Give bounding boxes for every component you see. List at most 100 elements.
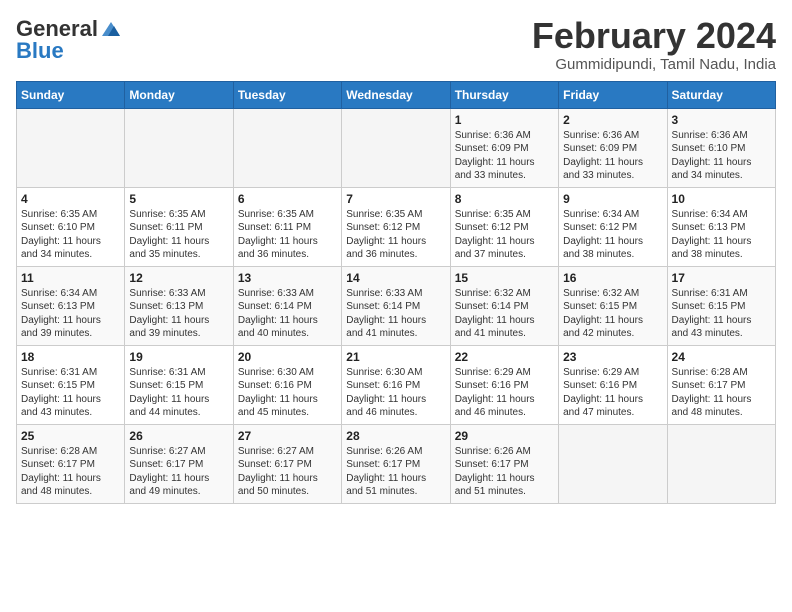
day-number: 12: [129, 271, 228, 285]
calendar-cell: 5 Sunrise: 6:35 AM Sunset: 6:11 PM Daylig…: [125, 187, 233, 266]
day-number: 9: [563, 192, 662, 206]
day-number: 21: [346, 350, 445, 364]
day-number: 24: [672, 350, 771, 364]
day-info: Sunrise: 6:33 AM Sunset: 6:14 PM Dayligh…: [346, 287, 445, 341]
day-number: 23: [563, 350, 662, 364]
day-number: 29: [455, 429, 554, 443]
calendar-cell: 16 Sunrise: 6:32 AM Sunset: 6:15 PM Dayli…: [559, 266, 667, 345]
calendar-cell: 15 Sunrise: 6:32 AM Sunset: 6:14 PM Dayli…: [450, 266, 558, 345]
day-info: Sunrise: 6:32 AM Sunset: 6:14 PM Dayligh…: [455, 287, 554, 341]
day-number: 1: [455, 113, 554, 127]
calendar-cell: 7Sunrise: 6:35 AM Sunset: 6:12 PM Daylig…: [342, 187, 450, 266]
day-info: Sunrise: 6:33 AM Sunset: 6:13 PM Dayligh…: [129, 287, 228, 341]
day-info: Sunrise: 6:29 AM Sunset: 6:16 PM Dayligh…: [563, 366, 662, 420]
weekday-header: Sunday: [17, 81, 125, 108]
day-info: Sunrise: 6:35 AM Sunset: 6:11 PM Dayligh…: [129, 208, 228, 262]
day-info: Sunrise: 6:35 AM Sunset: 6:11 PM Dayligh…: [238, 208, 337, 262]
calendar-week-row: 11 Sunrise: 6:34 AM Sunset: 6:13 PM Dayli…: [17, 266, 776, 345]
day-number: 17: [672, 271, 771, 285]
logo: General Blue: [16, 16, 122, 64]
day-number: 16: [563, 271, 662, 285]
calendar-cell: 26Sunrise: 6:27 AM Sunset: 6:17 PM Dayli…: [125, 424, 233, 503]
calendar-cell: 28 Sunrise: 6:26 AM Sunset: 6:17 PM Dayli…: [342, 424, 450, 503]
calendar-cell: [667, 424, 775, 503]
logo-blue-text: Blue: [16, 38, 64, 64]
day-number: 20: [238, 350, 337, 364]
day-number: 13: [238, 271, 337, 285]
day-info: Sunrise: 6:28 AM Sunset: 6:17 PM Dayligh…: [672, 366, 771, 420]
calendar-table: SundayMondayTuesdayWednesdayThursdayFrid…: [16, 81, 776, 504]
calendar-cell: [559, 424, 667, 503]
day-number: 3: [672, 113, 771, 127]
logo-icon: [100, 20, 122, 38]
day-info: Sunrise: 6:36 AM Sunset: 6:09 PM Dayligh…: [455, 129, 554, 183]
day-info: Sunrise: 6:26 AM Sunset: 6:17 PM Dayligh…: [455, 445, 554, 499]
calendar-cell: 8 Sunrise: 6:35 AM Sunset: 6:12 PM Daylig…: [450, 187, 558, 266]
calendar-week-row: 25 Sunrise: 6:28 AM Sunset: 6:17 PM Dayli…: [17, 424, 776, 503]
day-number: 5: [129, 192, 228, 206]
weekday-header: Saturday: [667, 81, 775, 108]
weekday-header: Monday: [125, 81, 233, 108]
calendar-week-row: 1 Sunrise: 6:36 AM Sunset: 6:09 PM Daylig…: [17, 108, 776, 187]
calendar-cell: 12 Sunrise: 6:33 AM Sunset: 6:13 PM Dayli…: [125, 266, 233, 345]
calendar-title: February 2024: [532, 16, 776, 56]
calendar-cell: 27 Sunrise: 6:27 AM Sunset: 6:17 PM Dayli…: [233, 424, 341, 503]
weekday-header: Tuesday: [233, 81, 341, 108]
day-number: 14: [346, 271, 445, 285]
day-info: Sunrise: 6:35 AM Sunset: 6:12 PM Dayligh…: [455, 208, 554, 262]
calendar-cell: [342, 108, 450, 187]
calendar-cell: 23 Sunrise: 6:29 AM Sunset: 6:16 PM Dayli…: [559, 345, 667, 424]
calendar-cell: 14 Sunrise: 6:33 AM Sunset: 6:14 PM Dayli…: [342, 266, 450, 345]
day-number: 10: [672, 192, 771, 206]
calendar-cell: [233, 108, 341, 187]
day-number: 22: [455, 350, 554, 364]
calendar-body: 1 Sunrise: 6:36 AM Sunset: 6:09 PM Daylig…: [17, 108, 776, 503]
day-number: 28: [346, 429, 445, 443]
calendar-cell: [125, 108, 233, 187]
day-info: Sunrise: 6:30 AM Sunset: 6:16 PM Dayligh…: [346, 366, 445, 420]
day-number: 8: [455, 192, 554, 206]
calendar-cell: 19Sunrise: 6:31 AM Sunset: 6:15 PM Dayli…: [125, 345, 233, 424]
calendar-cell: 11 Sunrise: 6:34 AM Sunset: 6:13 PM Dayli…: [17, 266, 125, 345]
day-number: 26: [129, 429, 228, 443]
calendar-cell: 1 Sunrise: 6:36 AM Sunset: 6:09 PM Daylig…: [450, 108, 558, 187]
weekday-header: Thursday: [450, 81, 558, 108]
calendar-cell: 25 Sunrise: 6:28 AM Sunset: 6:17 PM Dayli…: [17, 424, 125, 503]
header: General Blue February 2024 Gummidipundi,…: [16, 16, 776, 73]
calendar-cell: 4Sunrise: 6:35 AM Sunset: 6:10 PM Daylig…: [17, 187, 125, 266]
calendar-cell: 9Sunrise: 6:34 AM Sunset: 6:12 PM Daylig…: [559, 187, 667, 266]
day-number: 19: [129, 350, 228, 364]
calendar-cell: 17Sunrise: 6:31 AM Sunset: 6:15 PM Dayli…: [667, 266, 775, 345]
day-number: 4: [21, 192, 120, 206]
calendar-header-row: SundayMondayTuesdayWednesdayThursdayFrid…: [17, 81, 776, 108]
day-info: Sunrise: 6:34 AM Sunset: 6:13 PM Dayligh…: [21, 287, 120, 341]
calendar-cell: 29 Sunrise: 6:26 AM Sunset: 6:17 PM Dayli…: [450, 424, 558, 503]
calendar-cell: 21 Sunrise: 6:30 AM Sunset: 6:16 PM Dayli…: [342, 345, 450, 424]
day-info: Sunrise: 6:36 AM Sunset: 6:09 PM Dayligh…: [563, 129, 662, 183]
day-info: Sunrise: 6:27 AM Sunset: 6:17 PM Dayligh…: [238, 445, 337, 499]
day-number: 11: [21, 271, 120, 285]
calendar-cell: 6 Sunrise: 6:35 AM Sunset: 6:11 PM Daylig…: [233, 187, 341, 266]
calendar-cell: 18Sunrise: 6:31 AM Sunset: 6:15 PM Dayli…: [17, 345, 125, 424]
calendar-cell: 2Sunrise: 6:36 AM Sunset: 6:09 PM Daylig…: [559, 108, 667, 187]
day-info: Sunrise: 6:30 AM Sunset: 6:16 PM Dayligh…: [238, 366, 337, 420]
day-info: Sunrise: 6:33 AM Sunset: 6:14 PM Dayligh…: [238, 287, 337, 341]
day-number: 27: [238, 429, 337, 443]
calendar-cell: 20 Sunrise: 6:30 AM Sunset: 6:16 PM Dayli…: [233, 345, 341, 424]
day-info: Sunrise: 6:28 AM Sunset: 6:17 PM Dayligh…: [21, 445, 120, 499]
calendar-header: SundayMondayTuesdayWednesdayThursdayFrid…: [17, 81, 776, 108]
calendar-week-row: 4Sunrise: 6:35 AM Sunset: 6:10 PM Daylig…: [17, 187, 776, 266]
calendar-cell: 13 Sunrise: 6:33 AM Sunset: 6:14 PM Dayli…: [233, 266, 341, 345]
title-area: February 2024 Gummidipundi, Tamil Nadu, …: [532, 16, 776, 73]
day-info: Sunrise: 6:32 AM Sunset: 6:15 PM Dayligh…: [563, 287, 662, 341]
day-info: Sunrise: 6:31 AM Sunset: 6:15 PM Dayligh…: [21, 366, 120, 420]
day-info: Sunrise: 6:26 AM Sunset: 6:17 PM Dayligh…: [346, 445, 445, 499]
day-number: 15: [455, 271, 554, 285]
calendar-cell: 22 Sunrise: 6:29 AM Sunset: 6:16 PM Dayli…: [450, 345, 558, 424]
calendar-week-row: 18Sunrise: 6:31 AM Sunset: 6:15 PM Dayli…: [17, 345, 776, 424]
day-number: 25: [21, 429, 120, 443]
calendar-cell: 24 Sunrise: 6:28 AM Sunset: 6:17 PM Dayli…: [667, 345, 775, 424]
day-number: 6: [238, 192, 337, 206]
weekday-header: Friday: [559, 81, 667, 108]
day-info: Sunrise: 6:29 AM Sunset: 6:16 PM Dayligh…: [455, 366, 554, 420]
